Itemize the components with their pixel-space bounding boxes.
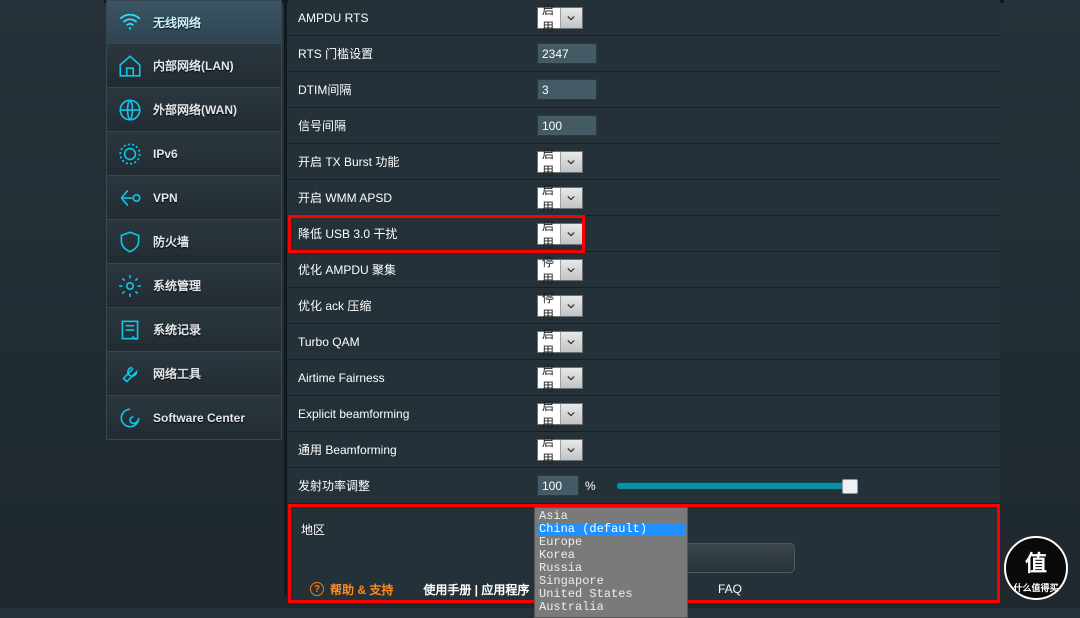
watermark-text: 什么值得买	[1006, 581, 1066, 594]
row-wmm-apsd: 开启 WMM APSD 启用	[288, 180, 1000, 216]
wrench-icon	[117, 361, 143, 387]
label-tx-power: 发射功率调整	[288, 477, 532, 494]
select-expl-bf[interactable]: 启用	[537, 403, 583, 425]
chevron-down-icon	[560, 8, 583, 28]
row-ack: 优化 ack 压缩 停用	[288, 288, 1000, 324]
input-tx-power[interactable]	[537, 475, 579, 496]
chevron-down-icon	[560, 152, 583, 172]
region-dropdown-list[interactable]: AsiaChina (default)EuropeKoreaRussiaSing…	[534, 507, 688, 618]
vpn-icon	[117, 185, 143, 211]
sidebar-item-label: IPv6	[153, 147, 178, 161]
log-icon	[117, 317, 143, 343]
select-ampdu-rts[interactable]: 启用	[537, 7, 583, 29]
sidebar-item-label: Software Center	[153, 411, 245, 425]
input-rts-threshold[interactable]	[537, 43, 597, 64]
row-rts-threshold: RTS 门槛设置	[288, 36, 1000, 72]
sidebar-item-label: 无线网络	[153, 14, 201, 31]
sidebar-item-ipv6[interactable]: IPv6	[106, 132, 282, 176]
sidebar-item-label: VPN	[153, 191, 178, 205]
sidebar-item-wireless[interactable]: 无线网络	[106, 0, 282, 44]
row-turbo-qam: Turbo QAM 启用	[288, 324, 1000, 360]
select-tx-burst[interactable]: 启用	[537, 151, 583, 173]
slider-thumb[interactable]	[842, 479, 858, 494]
label-rts-threshold: RTS 门槛设置	[288, 45, 532, 62]
row-tx-burst: 开启 TX Burst 功能 启用	[288, 144, 1000, 180]
row-tx-power: 发射功率调整 %	[288, 468, 1000, 504]
select-airtime[interactable]: 启用	[537, 367, 583, 389]
gear-icon	[117, 273, 143, 299]
label-beacon: 信号间隔	[288, 117, 532, 134]
sidebar-item-nettools[interactable]: 网络工具	[106, 352, 282, 396]
row-usb3-interference: 降低 USB 3.0 干扰 启用	[288, 216, 1000, 252]
help-support-link[interactable]: 帮助 & 支持	[330, 581, 393, 598]
label-tx-burst: 开启 TX Burst 功能	[288, 153, 532, 170]
manual-apps-link[interactable]: 使用手册 | 应用程序	[423, 581, 529, 598]
home-icon	[117, 53, 143, 79]
faq-link[interactable]: FAQ	[718, 582, 742, 596]
chevron-down-icon	[560, 368, 583, 388]
help-icon: ?	[310, 582, 324, 596]
label-ampdu-rts: AMPDU RTS	[288, 11, 532, 25]
label-region: 地区	[291, 521, 535, 538]
label-wmm-apsd: 开启 WMM APSD	[288, 189, 532, 206]
sidebar: 无线网络 内部网络(LAN) 外部网络(WAN) IPv6 VPN 防火墙 系统…	[106, 0, 282, 440]
label-univ-bf: 通用 Beamforming	[288, 441, 532, 458]
label-turbo-qam: Turbo QAM	[288, 335, 532, 349]
row-dtim: DTIM间隔	[288, 72, 1000, 108]
settings-table: AMPDU RTS 启用 RTS 门槛设置 DTIM间隔 信号间隔 开启 TX …	[288, 0, 1000, 252]
select-turbo-qam[interactable]: 启用	[537, 331, 583, 353]
settings-table-cont: 优化 AMPDU 聚集 停用 优化 ack 压缩 停用 Turbo QAM 启用…	[288, 252, 1000, 603]
sidebar-item-syslog[interactable]: 系统记录	[106, 308, 282, 352]
row-airtime: Airtime Fairness 启用	[288, 360, 1000, 396]
chevron-down-icon	[560, 188, 583, 208]
select-univ-bf[interactable]: 启用	[537, 439, 583, 461]
input-dtim[interactable]	[537, 79, 597, 100]
wifi-icon	[117, 9, 143, 35]
label-airtime: Airtime Fairness	[288, 371, 532, 385]
sidebar-item-label: 防火墙	[153, 233, 189, 250]
sidebar-item-admin[interactable]: 系统管理	[106, 264, 282, 308]
select-ampdu-agg[interactable]: 停用	[537, 259, 583, 281]
globe-icon	[117, 97, 143, 123]
apply-button[interactable]	[679, 543, 795, 573]
chevron-down-icon	[560, 440, 583, 460]
chevron-down-icon	[560, 332, 583, 352]
shield-icon	[117, 229, 143, 255]
row-ampdu-rts: AMPDU RTS 启用	[288, 0, 1000, 36]
sidebar-item-label: 外部网络(WAN)	[153, 101, 237, 118]
select-ack[interactable]: 停用	[537, 295, 583, 317]
sidebar-item-vpn[interactable]: VPN	[106, 176, 282, 220]
label-ack: 优化 ack 压缩	[288, 297, 532, 314]
sidebar-item-lan[interactable]: 内部网络(LAN)	[106, 44, 282, 88]
sidebar-item-wan[interactable]: 外部网络(WAN)	[106, 88, 282, 132]
label-ampdu-agg: 优化 AMPDU 聚集	[288, 261, 532, 278]
check-icon: 值	[1025, 546, 1047, 578]
slider-tx-power[interactable]	[616, 482, 851, 490]
swirl-icon	[117, 405, 143, 431]
row-expl-bf: Explicit beamforming 启用	[288, 396, 1000, 432]
sidebar-item-software-center[interactable]: Software Center	[106, 396, 282, 440]
vertical-divider	[284, 0, 287, 595]
chevron-down-icon	[560, 296, 583, 316]
sidebar-item-label: 系统管理	[153, 277, 201, 294]
label-expl-bf: Explicit beamforming	[288, 407, 532, 421]
sidebar-item-label: 系统记录	[153, 321, 201, 338]
row-ampdu-agg: 优化 AMPDU 聚集 停用	[288, 252, 1000, 288]
chevron-down-icon	[560, 404, 583, 424]
chevron-down-icon	[560, 260, 583, 280]
ipv6-icon	[117, 141, 143, 167]
tx-power-unit: %	[585, 479, 596, 493]
sidebar-item-firewall[interactable]: 防火墙	[106, 220, 282, 264]
select-wmm-apsd[interactable]: 启用	[537, 187, 583, 209]
sidebar-item-label: 内部网络(LAN)	[153, 57, 234, 74]
sidebar-item-label: 网络工具	[153, 365, 201, 382]
watermark-badge: 值 什么值得买	[1004, 536, 1068, 600]
label-dtim: DTIM间隔	[288, 81, 532, 98]
row-univ-bf: 通用 Beamforming 启用	[288, 432, 1000, 468]
input-beacon[interactable]	[537, 115, 597, 136]
row-beacon: 信号间隔	[288, 108, 1000, 144]
